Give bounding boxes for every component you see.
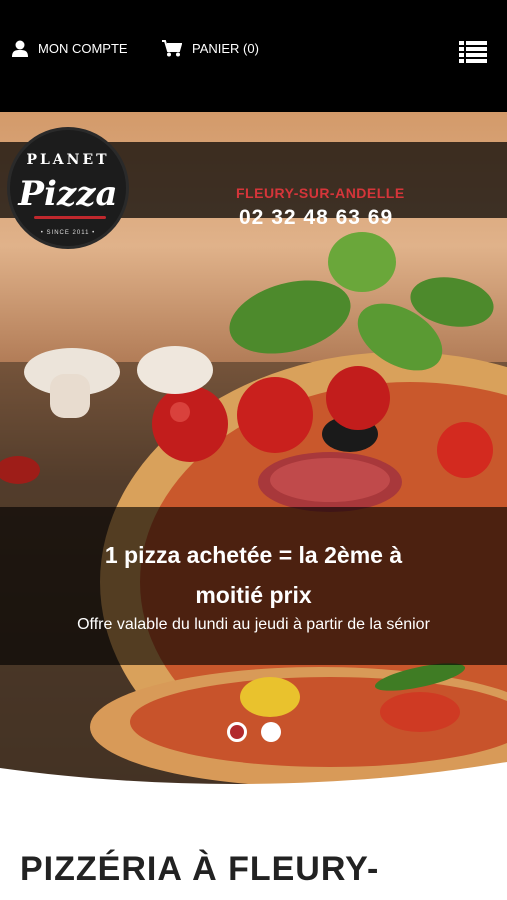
account-label: MON COMPTE	[38, 41, 128, 56]
hamburger-menu-icon	[459, 41, 487, 63]
cart-label: PANIER (0)	[192, 41, 259, 56]
section-title: PIZZÉRIA À FLEURY-	[20, 850, 380, 888]
shopping-cart-icon	[162, 40, 182, 57]
cart-link[interactable]: PANIER (0)	[162, 40, 259, 57]
hero-slider: FLEURY-SUR-ANDELLE 02 32 48 63 69 PLANET…	[0, 112, 507, 784]
logo-swoosh	[34, 216, 106, 219]
top-bar: MON COMPTE PANIER (0)	[0, 0, 507, 112]
wave-divider	[0, 762, 507, 788]
promo-title-line-2: moitié prix	[195, 582, 312, 608]
account-link[interactable]: MON COMPTE	[12, 40, 128, 57]
city-label: FLEURY-SUR-ANDELLE	[236, 185, 405, 201]
logo-since-text: • SINCE 2011 •	[40, 230, 96, 236]
promo-band: 1 pizza achetée = la 2ème à moitié prix …	[0, 507, 507, 665]
slide-dot-1[interactable]	[227, 722, 247, 742]
promo-subtitle: Offre valable du lundi au jeudi à partir…	[77, 616, 430, 633]
user-icon	[12, 40, 28, 57]
logo-top-text: PLANET	[26, 152, 110, 168]
planet-pizza-logo[interactable]: PLANET Pizza • SINCE 2011 •	[7, 127, 129, 249]
hamburger-menu-button[interactable]	[459, 41, 487, 63]
slide-dot-2[interactable]	[261, 722, 281, 742]
logo-main-text: Pizza	[18, 174, 118, 214]
phone-number[interactable]: 02 32 48 63 69	[239, 206, 393, 230]
promo-title: 1 pizza achetée = la 2ème à moitié prix	[0, 535, 507, 615]
promo-title-line-1: 1 pizza achetée = la 2ème à	[104, 542, 403, 568]
